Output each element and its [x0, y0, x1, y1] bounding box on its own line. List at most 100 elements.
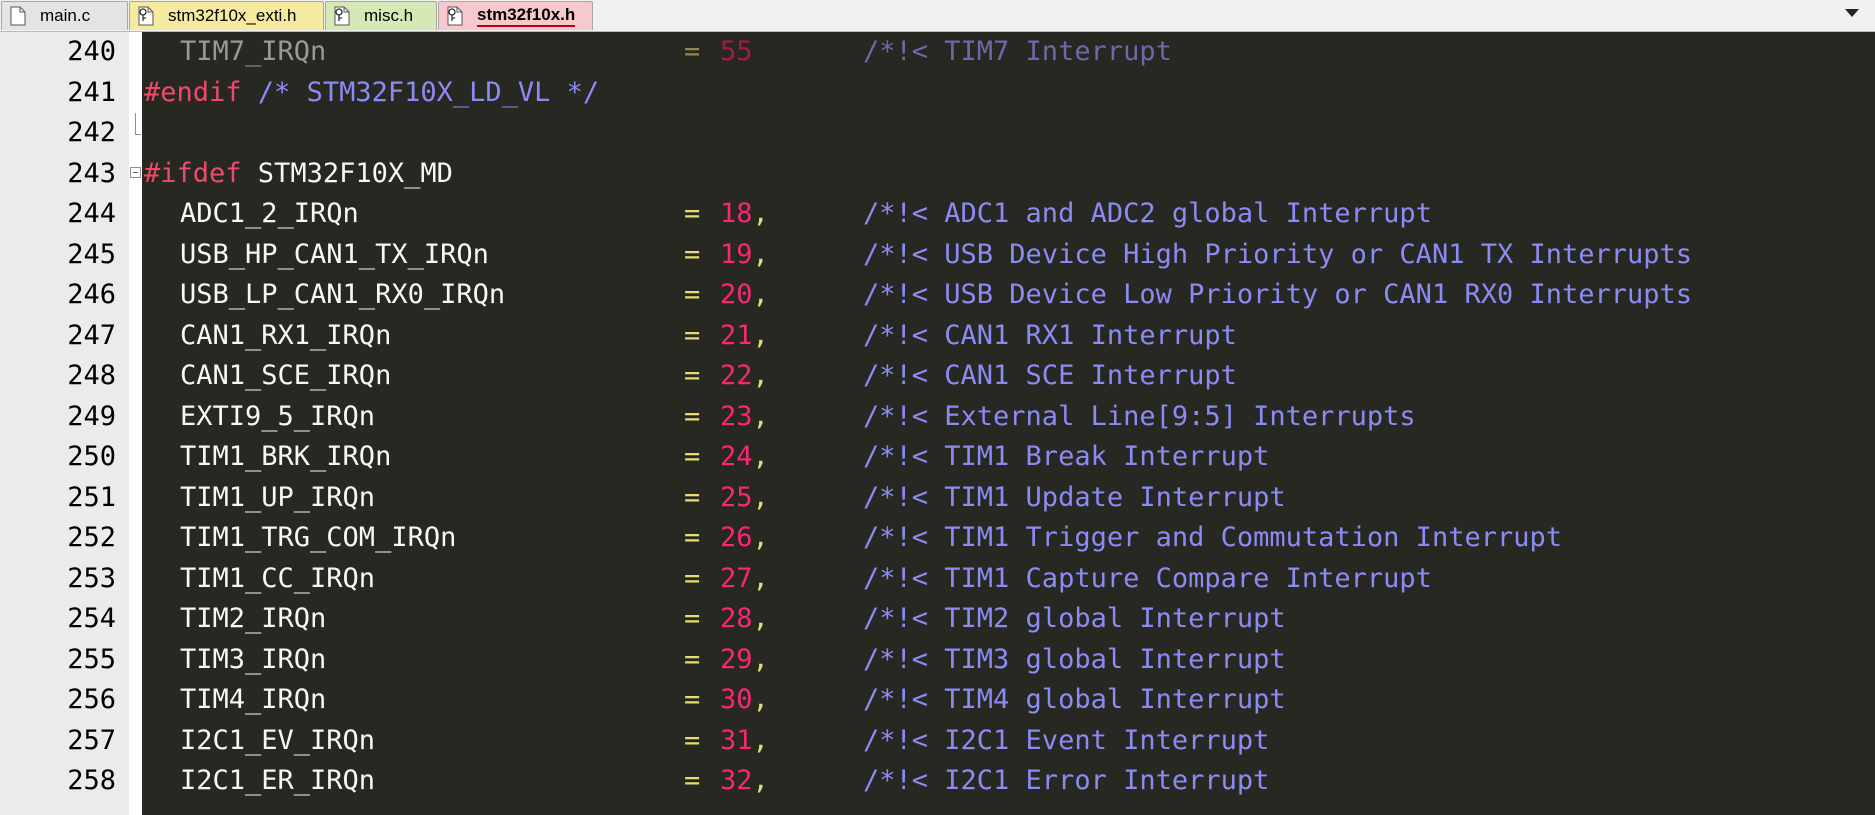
line-number: 247: [67, 319, 116, 351]
assign-operator: =: [684, 441, 701, 472]
number-literal: 18: [720, 198, 753, 229]
assign-operator: =: [684, 603, 701, 634]
code-line: 248 CAN1_SCE_IRQn = 22, /*!< CAN1 SCE Interr…: [0, 356, 1875, 397]
code-line: 253 TIM1_CC_IRQn = 27, /*!< TIM1 Capture Com…: [0, 559, 1875, 600]
line-number: 253: [67, 562, 116, 594]
doc-comment: /*!< USB Device High Priority or CAN1 TX…: [863, 238, 1693, 270]
tab-stm32f10x-exti-h[interactable]: stm32f10x_exti.h: [129, 1, 324, 30]
enum-value: 24,: [720, 437, 769, 478]
code-line: 257 I2C1_EV_IRQn = 31, /*!< I2C1 Event Inter…: [0, 721, 1875, 762]
assign-operator: =: [684, 684, 701, 715]
tab-label: stm32f10x.h: [477, 5, 576, 27]
code-line: 251 TIM1_UP_IRQn = 25, /*!< TIM1 Update Inte…: [0, 478, 1875, 519]
doc-comment: /*!< TIM1 Trigger and Commutation Interr…: [863, 522, 1562, 553]
number-literal: 32: [720, 765, 753, 796]
enum-identifier: EXTI9_5_IRQn: [180, 400, 376, 432]
enum-identifier: I2C1_ER_IRQn: [180, 765, 376, 796]
number-literal: 22: [720, 360, 753, 391]
tab-misc-h[interactable]: misc.h: [325, 1, 437, 30]
line-number: 241: [67, 76, 116, 108]
enum-value: 31,: [720, 721, 769, 762]
enum-identifier: TIM3_IRQn: [180, 643, 327, 675]
line-number: 254: [67, 603, 116, 634]
assign-operator: =: [684, 765, 701, 796]
number-literal: 25: [720, 481, 753, 513]
line-number: 244: [67, 198, 116, 229]
tab-main-c[interactable]: main.c: [1, 1, 128, 30]
comma: ,: [752, 684, 769, 715]
code-line: 249 EXTI9_5_IRQn = 23, /*!< External Line[9:…: [0, 397, 1875, 438]
number-literal: 28: [720, 603, 753, 634]
enum-identifier: ADC1_2_IRQn: [180, 198, 359, 229]
number-literal: 19: [720, 238, 753, 270]
line-number: 243: [67, 157, 116, 189]
enum-value: 26,: [720, 518, 769, 559]
header-file-icon: [138, 6, 154, 26]
tab-label: stm32f10x_exti.h: [168, 6, 297, 25]
code-line: 244 ADC1_2_IRQn = 18, /*!< ADC1 and ADC2 glo…: [0, 194, 1875, 235]
enum-identifier: USB_HP_CAN1_TX_IRQn: [180, 238, 489, 270]
enum-value: 30,: [720, 680, 769, 721]
assign-operator: =: [684, 562, 701, 594]
assign-operator: =: [684, 522, 701, 553]
macro-name: STM32F10X_MD: [241, 157, 453, 189]
assign-operator: =: [684, 724, 701, 756]
code-line: 240 TIM7_IRQn = 55 /*!< TIM7 Interrupt: [0, 32, 1875, 73]
c-file-icon: [10, 6, 26, 26]
comma: ,: [752, 198, 769, 229]
line-number: 250: [67, 441, 116, 472]
comma: ,: [752, 400, 769, 432]
doc-comment: /*!< TIM2 global Interrupt: [863, 603, 1286, 634]
doc-comment: /*!< I2C1 Event Interrupt: [863, 724, 1270, 756]
line-number: 240: [67, 36, 116, 67]
assign-operator: =: [684, 238, 701, 270]
line-number: 246: [67, 279, 116, 310]
enum-value: 25,: [720, 478, 769, 519]
assign-operator: =: [684, 481, 701, 513]
preprocessor-line: #ifdef STM32F10X_MD: [144, 154, 453, 195]
line-number: 242: [67, 117, 116, 148]
doc-comment: /*!< ADC1 and ADC2 global Interrupt: [863, 198, 1432, 229]
enum-identifier: TIM1_TRG_COM_IRQn: [180, 522, 457, 553]
preprocessor-directive: #ifdef: [144, 157, 242, 189]
code-line: 241 #endif /* STM32F10X_LD_VL */: [0, 73, 1875, 114]
doc-comment: /*!< I2C1 Error Interrupt: [863, 765, 1270, 796]
line-number: 257: [67, 724, 116, 756]
comma: ,: [752, 765, 769, 796]
enum-identifier: I2C1_EV_IRQn: [180, 724, 376, 756]
comma: ,: [752, 279, 769, 310]
code-line: 256 TIM4_IRQn = 30, /*!< TIM4 global Interru…: [0, 680, 1875, 721]
doc-comment: /*!< TIM1 Update Interrupt: [863, 481, 1286, 513]
tab-list-dropdown-icon[interactable]: [1845, 9, 1859, 17]
preprocessor-directive: #endif: [144, 76, 242, 108]
number-literal: 26: [720, 522, 753, 553]
number-literal: 21: [720, 319, 753, 351]
enum-value: 21,: [720, 316, 769, 357]
code-editor[interactable]: 240 TIM7_IRQn = 55 /*!< TIM7 Interrupt 241 #en…: [0, 32, 1875, 815]
line-number: 248: [67, 360, 116, 391]
fold-toggle[interactable]: [129, 154, 142, 195]
line-number: 256: [67, 684, 116, 715]
code-line: 247 CAN1_RX1_IRQn = 21, /*!< CAN1 RX1 Interr…: [0, 316, 1875, 357]
code-line: 250 TIM1_BRK_IRQn = 24, /*!< TIM1 Break Inte…: [0, 437, 1875, 478]
enum-value: 23,: [720, 397, 769, 438]
code-line: 243 #ifdef STM32F10X_MD: [0, 154, 1875, 195]
doc-comment: /*!< TIM4 global Interrupt: [863, 684, 1286, 715]
enum-value: 20,: [720, 275, 769, 316]
code-line: 252 TIM1_TRG_COM_IRQn = 26, /*!< TIM1 Trigge…: [0, 518, 1875, 559]
enum-value: 55: [720, 32, 753, 73]
enum-identifier: TIM1_CC_IRQn: [180, 562, 376, 594]
comma: ,: [752, 441, 769, 472]
enum-identifier: TIM1_BRK_IRQn: [180, 441, 392, 472]
tab-stm32f10x-h[interactable]: stm32f10x.h: [438, 1, 593, 30]
enum-value: 32,: [720, 761, 769, 802]
number-literal: 55: [720, 36, 753, 67]
doc-comment: /*!< CAN1 RX1 Interrupt: [863, 319, 1237, 351]
line-number: 251: [67, 481, 116, 513]
enum-identifier: TIM2_IRQn: [180, 603, 327, 634]
comma: ,: [752, 562, 769, 594]
doc-comment: /*!< TIM3 global Interrupt: [863, 643, 1286, 675]
assign-operator: =: [684, 319, 701, 351]
number-literal: 27: [720, 562, 753, 594]
number-literal: 31: [720, 724, 753, 756]
